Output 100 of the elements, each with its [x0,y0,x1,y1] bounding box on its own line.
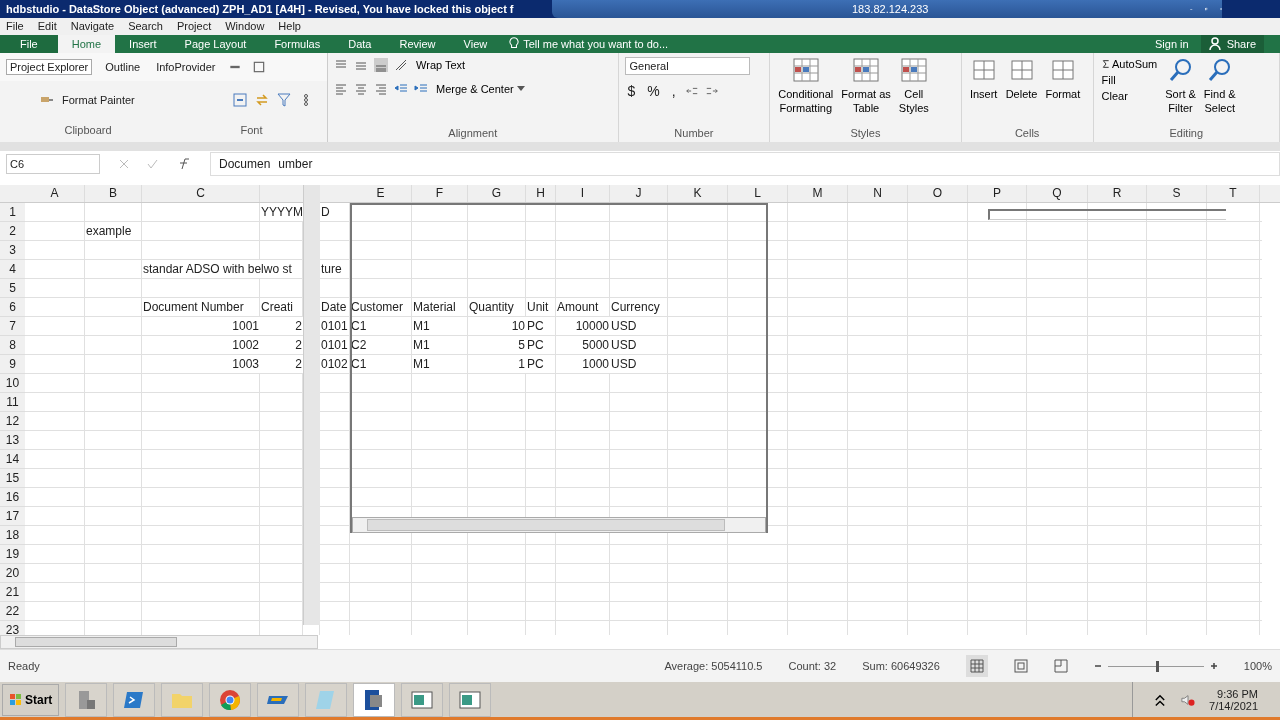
styles-button[interactable]: Cell Styles [896,56,931,115]
menu-item[interactable]: File [6,20,24,33]
format-painter-button[interactable]: Format Painter [62,93,135,106]
row-header[interactable]: 18 [0,526,25,546]
column-header[interactable]: J [610,185,668,203]
sign-in-link[interactable]: Sign in [1155,37,1189,50]
row-header[interactable]: 9 [0,355,25,375]
row-header[interactable]: 17 [0,507,25,527]
panel-tab[interactable]: Outline [102,59,144,74]
column-header[interactable]: S [1147,185,1207,203]
autosum-button[interactable]: AutoSum [1099,56,1160,71]
align-left-icon[interactable] [334,81,349,96]
styles-button[interactable]: Format as Table [839,56,893,115]
row-header[interactable]: 1 [0,203,25,223]
maximize-icon[interactable] [252,59,267,74]
filter-icon[interactable] [277,92,292,107]
formula-field[interactable]: Documen umber [210,152,1280,177]
comma-button[interactable]: , [668,82,679,99]
column-header[interactable]: L [728,185,788,203]
column-header[interactable]: T [1207,185,1260,203]
clear-button[interactable]: Clear [1099,88,1160,103]
name-box[interactable]: C6 [6,154,100,175]
page-icon[interactable] [1013,659,1028,674]
row-header[interactable]: 15 [0,469,25,489]
menu-item[interactable]: Navigate [70,20,115,33]
align-bottom-icon[interactable] [374,57,389,72]
column-header[interactable]: C [142,185,260,203]
editing-button[interactable]: Find & Select [1201,56,1238,115]
tell-me-field[interactable]: Tell me what you want to do... [523,37,669,50]
page-break-icon[interactable] [1053,659,1068,674]
scroll-bar[interactable] [0,635,318,650]
cells-button[interactable]: Delete [1003,56,1040,101]
percent-button[interactable]: % [644,82,663,99]
menu-item[interactable]: Search [128,20,163,33]
row-header[interactable]: 6 [0,298,25,318]
ribbon-tab[interactable]: Insert [115,34,171,53]
column-header[interactable]: I [556,185,610,203]
scroll-bar[interactable] [352,517,766,534]
wrap-text-button[interactable]: Wrap Text [414,56,468,73]
ribbon-tab[interactable]: View [449,34,502,53]
row-header[interactable]: 19 [0,545,25,565]
column-header[interactable]: F [412,185,468,203]
row-header[interactable]: 4 [0,260,25,280]
align-center-icon[interactable] [354,81,369,96]
panel-tab[interactable]: InfoProvider [153,59,219,74]
panel-tab[interactable]: Project Explorer [6,58,93,75]
align-right-icon[interactable] [374,81,389,96]
row-header[interactable]: 13 [0,431,25,451]
row-header[interactable]: 23 [0,621,25,636]
cells-button[interactable]: Insert [967,56,1000,101]
grid-icon[interactable] [965,655,988,678]
row-header[interactable]: 3 [0,241,25,261]
column-header[interactable]: M [788,185,848,203]
column-header[interactable]: K [668,185,728,203]
menu-item[interactable]: Window [225,20,265,33]
fill-button[interactable]: Fill [1099,72,1160,87]
number-format-dropdown[interactable]: General [624,56,750,75]
column-header[interactable]: R [1088,185,1147,203]
column-header[interactable]: N [848,185,908,203]
column-header[interactable]: B [85,185,142,203]
row-header[interactable]: 7 [0,317,25,337]
cells-button[interactable]: Format [1043,56,1083,101]
scroll-bar[interactable] [303,185,320,626]
row-header[interactable]: 2 [0,222,25,242]
ribbon-tab[interactable]: Page Layout [170,34,261,53]
menu-item[interactable]: Project [177,20,212,33]
row-header[interactable]: 22 [0,602,25,622]
ribbon-tab[interactable]: Data [334,34,386,53]
styles-button[interactable]: Conditional Formatting [776,56,836,115]
editing-button[interactable]: Sort & Filter [1163,56,1198,115]
row-header[interactable]: 16 [0,488,25,508]
sync-arrows-icon[interactable] [255,92,270,107]
row-header[interactable]: 11 [0,393,25,413]
browser-icon[interactable] [218,687,243,712]
menu-item[interactable]: Help [278,20,301,33]
row-header[interactable]: 12 [0,412,25,432]
column-header[interactable]: H [526,185,556,203]
chevron-up-icon[interactable] [1153,692,1168,707]
column-header[interactable]: O [908,185,968,203]
row-header[interactable]: 14 [0,450,25,470]
column-header[interactable]: G [468,185,526,203]
zoom-slider[interactable] [1093,662,1218,671]
currency-button[interactable]: $ [624,82,639,99]
row-header[interactable]: 5 [0,279,25,299]
speaker-muted-icon[interactable] [1181,692,1196,707]
menu-item[interactable]: Edit [37,20,57,33]
plus-icon[interactable] [1209,662,1218,671]
collapse-icon[interactable] [233,92,248,107]
row-header[interactable]: 10 [0,374,25,394]
start-button[interactable]: Start [2,683,60,716]
column-header[interactable]: E [350,185,412,203]
row-header[interactable]: 21 [0,583,25,603]
column-header[interactable]: Q [1027,185,1088,203]
column-header[interactable]: A [25,185,85,203]
row-header[interactable]: 8 [0,336,25,356]
merge-center-button[interactable]: Merge & Center [434,80,527,97]
orientation-icon[interactable] [394,57,409,72]
row-header[interactable]: 20 [0,564,25,584]
ribbon-tab[interactable]: Formulas [260,34,335,53]
column-header[interactable]: P [968,185,1027,203]
